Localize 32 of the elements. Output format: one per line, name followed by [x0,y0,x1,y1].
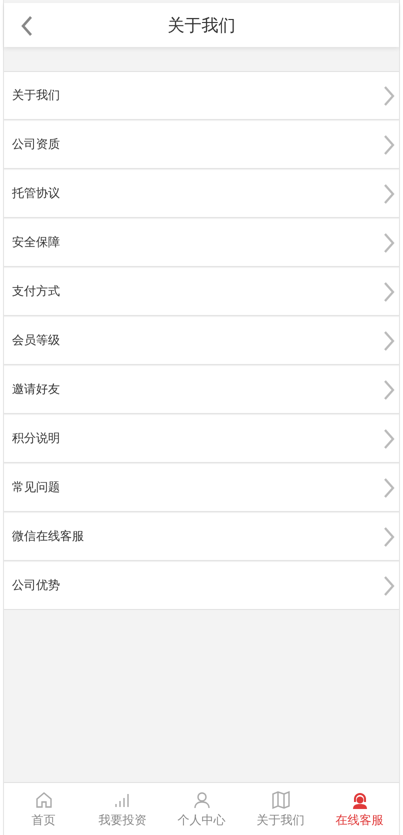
tab[interactable]: 在线客服 [320,783,399,835]
menu-item[interactable]: 邀请好友 [4,366,399,414]
chevron-right-icon [383,428,395,450]
menu-item[interactable]: 托管协议 [4,170,399,218]
menu-item[interactable]: 微信在线客服 [4,513,399,561]
menu-item[interactable]: 公司优势 [4,562,399,610]
menu-item[interactable]: 常见问题 [4,464,399,512]
menu-item[interactable]: 会员等级 [4,317,399,365]
tab[interactable]: 我要投资 [83,783,162,835]
menu-item[interactable]: 公司资质 [4,121,399,169]
tab[interactable]: 个人中心 [162,783,241,835]
page-title: 关于我们 [168,14,236,36]
tab[interactable]: 关于我们 [241,783,320,835]
chevron-right-icon [383,84,395,106]
chevron-right-icon [383,476,395,498]
menu-item[interactable]: 支付方式 [4,268,399,316]
chevron-right-icon [383,232,395,254]
chevron-right-icon [383,330,395,352]
menu-item[interactable]: 关于我们 [4,71,399,120]
chevron-right-icon [383,134,395,156]
chevron-right-icon [383,574,395,596]
map-icon [270,790,290,810]
chevron-right-icon [383,280,395,302]
back-icon[interactable] [20,15,34,37]
menu-item[interactable]: 积分说明 [4,415,399,463]
menu-item[interactable]: 安全保障 [4,219,399,267]
chevron-right-icon [383,378,395,400]
tab[interactable]: 首页 [4,783,83,835]
user-icon [192,790,212,810]
home-icon [34,790,54,810]
chevron-right-icon [383,182,395,204]
chevron-right-icon [383,526,395,548]
